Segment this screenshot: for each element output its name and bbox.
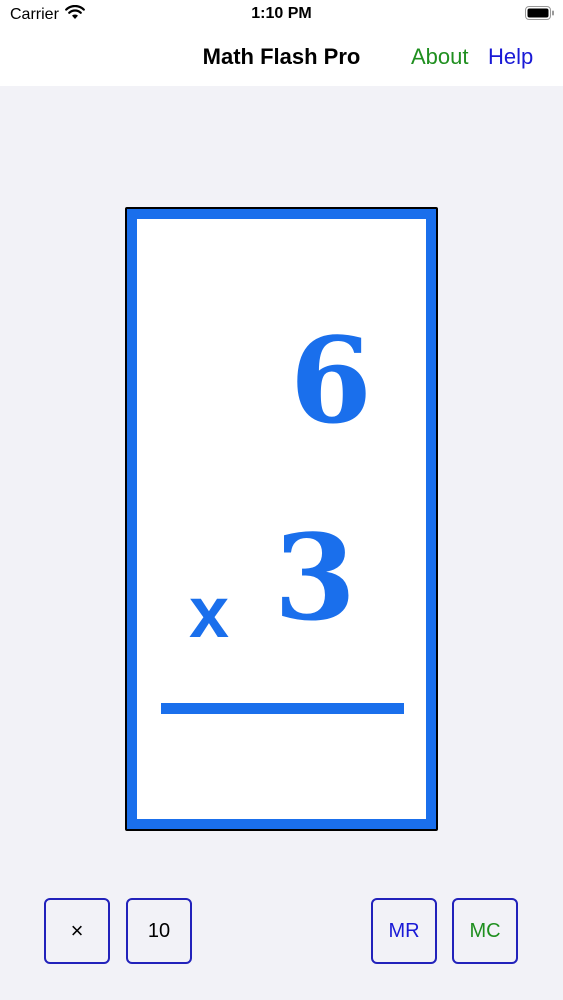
flash-card[interactable]: 6 x 3 [125,207,438,831]
battery-icon [525,6,555,20]
max-number-button[interactable]: 10 [126,898,192,964]
app-screen: Carrier 1:10 PM Math Flash Pro About Hel… [0,0,563,1000]
answer-line [161,703,404,714]
top-operand: 6 [289,311,372,450]
help-button[interactable]: Help [488,44,533,70]
memory-clear-button[interactable]: MC [452,898,518,964]
navigation-bar: Math Flash Pro About Help [0,30,563,86]
bottom-operand: 3 [273,508,356,647]
flash-card-face: 6 x 3 [136,218,427,820]
page-title: Math Flash Pro [202,44,361,69]
about-button[interactable]: About [411,44,469,70]
operation-button[interactable]: × [44,898,110,964]
status-time: 1:10 PM [251,5,312,22]
operator-symbol: x [189,573,230,653]
memory-recall-button[interactable]: MR [371,898,437,964]
status-bar: Carrier 1:10 PM [0,0,563,30]
